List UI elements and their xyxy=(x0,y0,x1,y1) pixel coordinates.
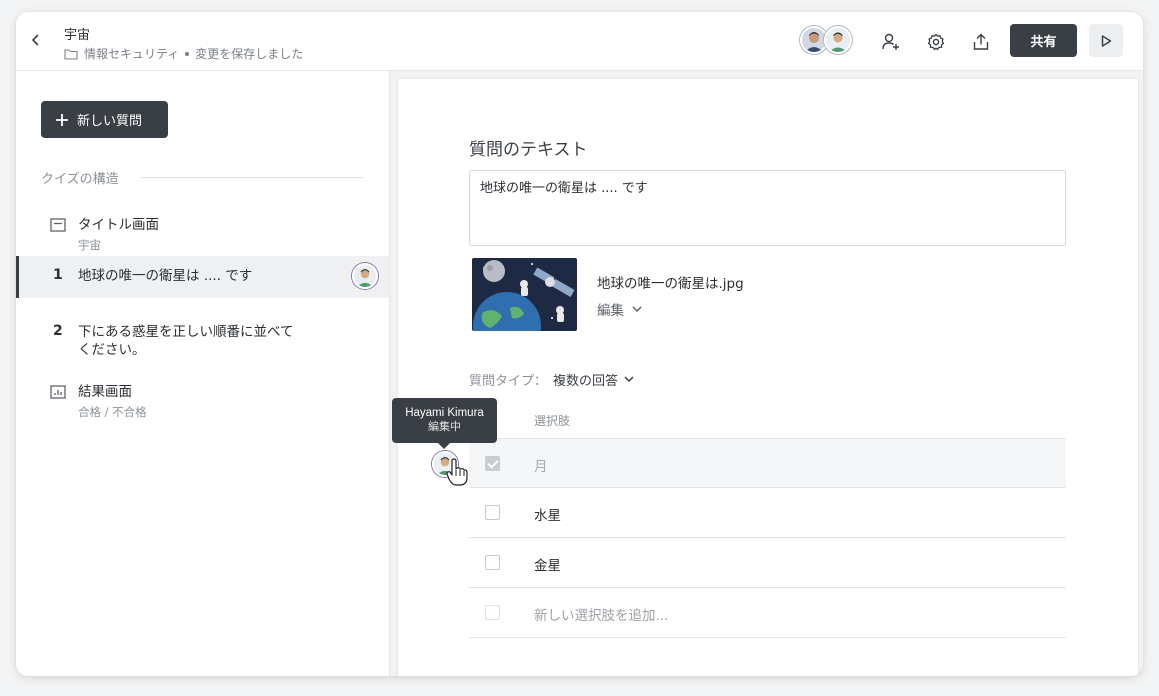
preview-button[interactable] xyxy=(1089,24,1123,57)
settings-button[interactable] xyxy=(920,26,952,58)
sidebar-item-title-screen[interactable]: タイトル画面 宇宙 xyxy=(16,207,389,252)
sidebar-item-sublabel: 合格 / 不合格 xyxy=(78,405,147,419)
question-number: 1 xyxy=(53,267,63,283)
option-checkbox[interactable] xyxy=(485,456,500,471)
question-type-selector[interactable]: 質問タイプ： 複数の回答 xyxy=(469,370,634,389)
option-label[interactable]: 月 xyxy=(534,455,548,475)
back-button[interactable] xyxy=(24,28,48,52)
question-number: 2 xyxy=(53,323,63,339)
new-question-label: 新しい質問 xyxy=(77,114,143,129)
folder-icon xyxy=(64,48,78,60)
image-file-name: 地球の唯一の衛星は.jpg xyxy=(597,276,744,292)
image-edit-label: 編集 xyxy=(597,303,624,319)
options-column-header: 選択肢 xyxy=(534,414,571,428)
question-type-label: 質問タイプ： xyxy=(469,374,548,389)
plus-icon xyxy=(56,113,68,126)
quiz-structure-sidebar: 新しい質問 クイズの構造 タイトル画面 宇宙 1 地球の唯一の衛星は .... … xyxy=(16,71,390,676)
tooltip-user-name: Hayami Kimura xyxy=(405,407,484,419)
separator-dot xyxy=(185,51,190,56)
collaborator-avatars xyxy=(800,26,854,54)
hand-cursor-icon xyxy=(446,458,468,486)
play-icon xyxy=(1101,34,1112,47)
gear-icon xyxy=(927,33,945,51)
add-option-row[interactable]: 新しい選択肢を追加... xyxy=(469,588,1066,638)
add-option-input[interactable]: 新しい選択肢を追加... xyxy=(534,604,668,624)
chevron-down-icon xyxy=(624,376,634,383)
new-question-button[interactable]: 新しい質問 xyxy=(41,101,168,138)
sidebar-item-results-screen[interactable]: 結果画面 合格 / 不合格 xyxy=(16,371,389,419)
question-image-thumbnail[interactable] xyxy=(472,258,577,331)
app-window: 宇宙 情報セキュリティ 変更を保存しました 共有 新しい質問 クイズの構造 タイ… xyxy=(16,12,1143,676)
question-text-input[interactable]: 地球の唯一の衛星は .... です xyxy=(469,170,1066,246)
sidebar-item-label: 下にある惑星を正しい順番に並べて xyxy=(78,324,294,340)
avatar xyxy=(352,263,378,289)
option-label[interactable]: 金星 xyxy=(534,554,561,574)
question-editor-card: 質問のテキスト 地球の唯一の衛星は .... です 地球の唯一の衛星は.jpg … xyxy=(398,79,1138,676)
sidebar-item-question-2[interactable]: 2 下にある惑星を正しい順番に並べて ください。 xyxy=(16,307,389,359)
sidebar-item-question-1[interactable]: 1 地球の唯一の衛星は .... です xyxy=(16,256,389,298)
editor-area: 質問のテキスト 地球の唯一の衛星は .... です 地球の唯一の衛星は.jpg … xyxy=(390,71,1143,676)
sidebar-item-label: タイトル画面 xyxy=(78,217,159,233)
chevron-down-icon xyxy=(632,305,642,312)
option-row[interactable]: 金星 xyxy=(469,538,1066,588)
option-checkbox[interactable] xyxy=(485,555,500,570)
share-button[interactable]: 共有 xyxy=(1010,24,1077,57)
document-meta: 情報セキュリティ 変更を保存しました xyxy=(64,45,303,62)
option-row[interactable]: 水星 xyxy=(469,488,1066,538)
avatar[interactable] xyxy=(824,26,852,54)
add-user-icon xyxy=(882,33,899,50)
document-title: 宇宙 xyxy=(64,28,91,43)
section-heading: クイズの構造 xyxy=(41,172,119,187)
question-type-value: 複数の回答 xyxy=(553,374,619,389)
export-button[interactable] xyxy=(965,26,997,58)
option-checkbox xyxy=(485,605,500,620)
tooltip-status: 編集中 xyxy=(428,420,461,433)
sidebar-item-sublabel: 宇宙 xyxy=(78,238,101,252)
divider xyxy=(141,177,363,178)
option-checkbox[interactable] xyxy=(485,505,500,520)
sidebar-item-label: 地球の唯一の衛星は .... です xyxy=(78,268,253,284)
header-bar: 宇宙 情報セキュリティ 変更を保存しました 共有 xyxy=(16,12,1143,71)
option-label[interactable]: 水星 xyxy=(534,504,561,524)
chevron-left-icon xyxy=(31,34,39,46)
upload-icon xyxy=(973,33,989,50)
option-row[interactable]: 月 xyxy=(469,438,1066,488)
save-status: 変更を保存しました xyxy=(195,47,304,61)
image-edit-dropdown[interactable]: 編集 xyxy=(597,299,642,319)
title-screen-icon xyxy=(50,218,66,232)
question-text-label: 質問のテキスト xyxy=(469,140,588,160)
add-user-button[interactable] xyxy=(875,26,907,58)
results-chart-icon xyxy=(50,385,66,399)
sidebar-item-label-line2: ください。 xyxy=(78,342,146,358)
collaborator-tooltip: Hayami Kimura 編集中 xyxy=(392,398,497,449)
sidebar-item-label: 結果画面 xyxy=(78,384,132,400)
folder-name[interactable]: 情報セキュリティ xyxy=(84,45,179,62)
